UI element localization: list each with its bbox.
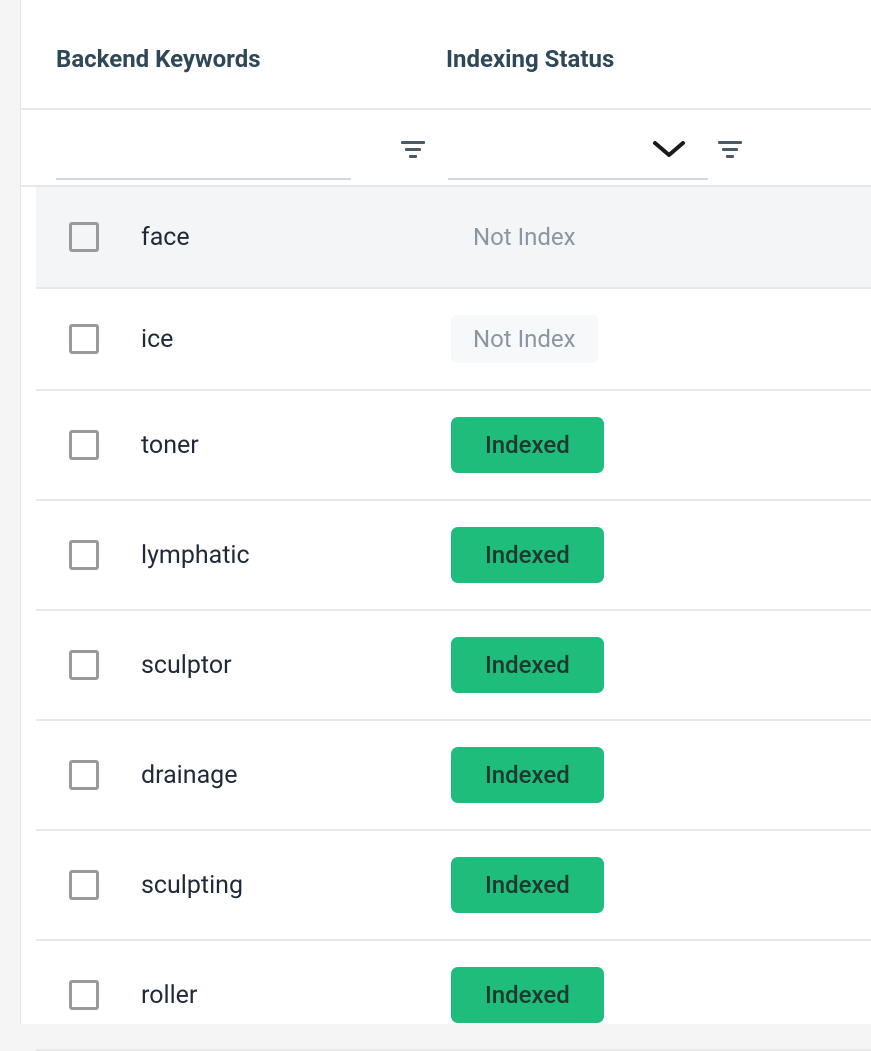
filter-cell-status [426, 138, 871, 160]
table-row: faceNot Index [36, 187, 871, 289]
row-checkbox[interactable] [69, 760, 99, 790]
status-badge-indexed: Indexed [451, 417, 604, 473]
status-badge-notindex: Not Index [451, 213, 598, 261]
status-cell: Indexed [451, 967, 871, 1023]
status-cell: Not Index [451, 315, 871, 363]
filter-input-underline [56, 178, 351, 180]
keywords-table: Backend Keywords Indexing Status faceNot… [20, 0, 871, 1024]
status-badge-indexed: Indexed [451, 857, 604, 913]
status-cell: Indexed [451, 637, 871, 693]
status-badge-indexed: Indexed [451, 637, 604, 693]
table-row: sculptingIndexed [36, 831, 871, 941]
row-checkbox[interactable] [69, 222, 99, 252]
filter-input-underline [448, 178, 708, 180]
row-checkbox[interactable] [69, 650, 99, 680]
keyword-text: toner [141, 431, 451, 460]
table-body: faceNot IndexiceNot IndextonerIndexedlym… [21, 187, 871, 1051]
status-cell: Indexed [451, 417, 871, 473]
status-badge-indexed: Indexed [451, 967, 604, 1023]
row-checkbox[interactable] [69, 324, 99, 354]
status-cell: Indexed [451, 747, 871, 803]
filter-icon[interactable] [400, 138, 426, 160]
table-row: lymphaticIndexed [36, 501, 871, 611]
keyword-text: drainage [141, 761, 451, 790]
filter-row [21, 110, 871, 187]
row-checkbox[interactable] [69, 540, 99, 570]
header-backend-keywords: Backend Keywords [56, 45, 446, 73]
keyword-text: sculpting [141, 871, 451, 900]
status-badge-indexed: Indexed [451, 747, 604, 803]
table-row: rollerIndexed [36, 941, 871, 1051]
status-badge-notindex: Not Index [451, 315, 598, 363]
status-cell: Not Index [451, 213, 871, 261]
status-cell: Indexed [451, 527, 871, 583]
keyword-text: face [141, 223, 451, 252]
keyword-text: lymphatic [141, 541, 451, 570]
keyword-text: roller [141, 981, 451, 1010]
table-row: iceNot Index [36, 289, 871, 391]
status-cell: Indexed [451, 857, 871, 913]
row-checkbox[interactable] [69, 980, 99, 1010]
keyword-text: sculptor [141, 651, 451, 680]
table-header-row: Backend Keywords Indexing Status [21, 0, 871, 110]
row-checkbox[interactable] [69, 870, 99, 900]
status-badge-indexed: Indexed [451, 527, 604, 583]
row-checkbox[interactable] [69, 430, 99, 460]
table-row: sculptorIndexed [36, 611, 871, 721]
table-row: tonerIndexed [36, 391, 871, 501]
keyword-text: ice [141, 325, 451, 354]
filter-icon[interactable] [717, 138, 743, 160]
header-indexing-status: Indexing Status [446, 45, 871, 73]
table-row: drainageIndexed [36, 721, 871, 831]
chevron-down-icon[interactable] [651, 139, 687, 159]
filter-cell-keywords [56, 138, 426, 160]
